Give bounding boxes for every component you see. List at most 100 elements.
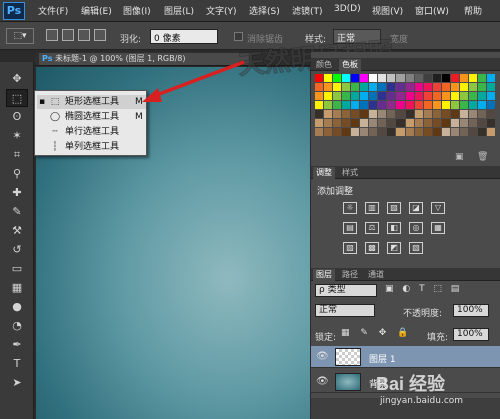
color-swatch[interactable] [405, 92, 414, 100]
color-swatch[interactable] [432, 101, 441, 109]
color-swatch[interactable] [423, 101, 432, 109]
color-swatch[interactable] [378, 101, 387, 109]
color-swatch[interactable] [324, 119, 333, 127]
adjustment-icon[interactable]: ◧ [387, 222, 401, 234]
color-swatch[interactable] [468, 83, 477, 91]
color-swatch[interactable] [441, 74, 450, 82]
subtract-selection-icon[interactable] [78, 29, 90, 41]
adjustment-icon[interactable]: ◎ [409, 222, 423, 234]
blend-mode-select[interactable]: 正常 [315, 304, 375, 317]
color-swatch[interactable] [432, 74, 441, 82]
color-swatch[interactable] [351, 101, 360, 109]
color-swatch[interactable] [450, 74, 459, 82]
feather-input[interactable]: 0 像素 [150, 29, 218, 44]
color-swatch[interactable] [414, 83, 423, 91]
color-swatch[interactable] [459, 74, 468, 82]
color-swatch[interactable] [414, 92, 423, 100]
tab-paths[interactable]: 路径 [339, 269, 361, 281]
color-swatch[interactable] [333, 74, 342, 82]
color-swatch[interactable] [432, 83, 441, 91]
color-swatch[interactable] [477, 83, 486, 91]
gradient-tool-icon[interactable]: ▦ [6, 279, 28, 297]
color-swatch[interactable] [360, 92, 369, 100]
color-swatch[interactable] [405, 83, 414, 91]
dodge-tool-icon[interactable]: ◔ [6, 317, 28, 335]
color-swatch[interactable] [369, 101, 378, 109]
color-swatch[interactable] [360, 101, 369, 109]
color-swatch[interactable] [450, 119, 459, 127]
visibility-eye-icon[interactable]: 👁 [316, 351, 329, 362]
color-swatch[interactable] [468, 128, 477, 136]
adjustment-icon[interactable]: ◪ [409, 202, 423, 214]
color-swatch[interactable] [441, 119, 450, 127]
color-swatch[interactable] [477, 128, 486, 136]
layer-filter-select[interactable]: ρ 类型 [315, 284, 377, 297]
color-swatch[interactable] [351, 110, 360, 118]
color-swatch[interactable] [486, 128, 495, 136]
color-swatch[interactable] [486, 119, 495, 127]
color-swatch[interactable] [369, 119, 378, 127]
move-tool-icon[interactable]: ✥ [6, 70, 28, 88]
magic-wand-tool-icon[interactable]: ✶ [6, 127, 28, 145]
color-swatch[interactable] [333, 83, 342, 91]
color-swatch[interactable] [486, 83, 495, 91]
color-swatch[interactable] [486, 110, 495, 118]
color-swatch[interactable] [414, 119, 423, 127]
color-swatch[interactable] [477, 119, 486, 127]
color-swatch[interactable] [405, 74, 414, 82]
color-swatch[interactable] [405, 128, 414, 136]
color-swatch[interactable] [315, 128, 324, 136]
tab-styles[interactable]: 样式 [339, 167, 361, 179]
color-swatch[interactable] [477, 92, 486, 100]
color-swatch[interactable] [450, 128, 459, 136]
color-swatch[interactable] [378, 92, 387, 100]
tab-adjustments[interactable]: 调整 [313, 167, 335, 179]
color-swatch[interactable] [477, 110, 486, 118]
history-brush-tool-icon[interactable]: ↺ [6, 241, 28, 259]
marquee-tool-icon[interactable]: ⬚ [6, 89, 28, 107]
color-swatch[interactable] [315, 110, 324, 118]
color-swatch[interactable] [423, 92, 432, 100]
adjustment-icon[interactable]: ▥ [365, 202, 379, 214]
flyout-item-4[interactable]: ┆ 单列选框工具 [37, 140, 146, 154]
color-swatch[interactable] [387, 92, 396, 100]
color-swatch[interactable] [396, 92, 405, 100]
color-swatch[interactable] [396, 101, 405, 109]
color-swatch[interactable] [423, 110, 432, 118]
color-swatch[interactable] [315, 83, 324, 91]
color-swatch[interactable] [369, 74, 378, 82]
adjustment-icon[interactable]: ▽ [431, 202, 445, 214]
menu-file[interactable]: 文件(F) [38, 4, 68, 17]
color-swatch[interactable] [342, 119, 351, 127]
color-swatch[interactable] [468, 110, 477, 118]
color-swatch[interactable] [342, 74, 351, 82]
color-swatch[interactable] [432, 128, 441, 136]
lasso-tool-icon[interactable]: ʘ [6, 108, 28, 126]
color-swatch[interactable] [468, 119, 477, 127]
color-swatch[interactable] [342, 83, 351, 91]
color-swatch[interactable] [378, 128, 387, 136]
adjustment-icon[interactable]: ▨ [387, 202, 401, 214]
color-swatch[interactable] [315, 101, 324, 109]
color-swatch[interactable] [414, 110, 423, 118]
color-swatch[interactable] [351, 92, 360, 100]
color-swatch[interactable] [405, 101, 414, 109]
clone-stamp-tool-icon[interactable]: ⚒ [6, 222, 28, 240]
tab-layers[interactable]: 图层 [313, 269, 335, 281]
color-swatch[interactable] [324, 74, 333, 82]
menu-window[interactable]: 窗口(W) [415, 4, 449, 17]
color-swatch[interactable] [360, 128, 369, 136]
blur-tool-icon[interactable]: ● [6, 298, 28, 316]
color-swatch[interactable] [333, 92, 342, 100]
color-swatch[interactable] [405, 110, 414, 118]
menu-type[interactable]: 文字(Y) [206, 4, 237, 17]
color-swatch[interactable] [450, 110, 459, 118]
color-swatch[interactable] [441, 83, 450, 91]
adjustment-icon[interactable]: ▩ [365, 242, 379, 254]
visibility-eye-icon[interactable]: 👁 [316, 376, 329, 387]
color-swatch[interactable] [441, 110, 450, 118]
layer-row[interactable]: 👁 图层 1 [311, 346, 500, 368]
tab-color[interactable]: 颜色 [313, 59, 335, 71]
color-swatch[interactable] [486, 92, 495, 100]
color-swatch[interactable] [324, 128, 333, 136]
